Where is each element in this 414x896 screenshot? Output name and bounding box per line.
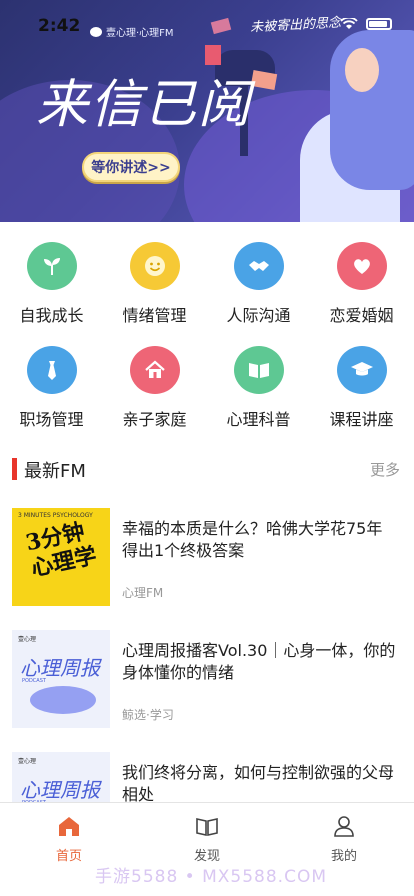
fm-list-item[interactable]: 壹心理 心理周报 PODCAST 心理周报播客Vol.30｜心身一体，你的身体懂… [0,630,414,752]
category-label: 自我成长 [19,306,84,325]
whale-illustration [30,686,96,714]
category-workplace[interactable]: 职场管理 [0,326,103,430]
category-love-marriage[interactable]: 恋爱婚姻 [310,222,413,326]
fm-source: 鲸选·学习 [122,708,174,722]
fm-title: 幸福的本质是什么？哈佛大学花75年得出1个终极答案 [122,519,383,560]
latest-fm-header: 最新FM 更多 [0,452,414,486]
category-courses[interactable]: 课程讲座 [310,326,413,430]
thumbnail-title: 3分钟心理学 [23,518,99,582]
category-icon-circle [129,242,180,290]
category-family[interactable]: 亲子家庭 [103,326,206,430]
category-label: 课程讲座 [329,410,394,429]
tie-icon [47,361,56,380]
brand-name: 壹心理·心理FM [106,28,174,39]
tab-label: 我的 [330,849,357,864]
banner-cta-button[interactable]: 等你讲述>> [82,152,180,182]
section-accent-bar [12,458,17,480]
category-label: 职场管理 [19,410,84,429]
category-icon-circle [26,346,77,394]
thumbnail-tag: 壹心理 [18,636,37,643]
hero-banner[interactable]: 2:42 壹心理·心理FM 未被寄出的思念 来信已阅 等你讲述>> [0,0,414,222]
home-icon [144,360,165,378]
thumbnail-subtitle: PODCAST [22,678,46,684]
tab-label: 首页 [55,849,82,864]
battery-icon [366,18,392,30]
fm-thumbnail: 3 MINUTES PSYCHOLOGY 3分钟心理学 [12,508,110,606]
book-icon [196,818,218,836]
fm-thumbnail: 壹心理 心理周报 PODCAST [12,630,110,728]
category-psych-science[interactable]: 心理科普 [207,326,310,430]
banner-title: 来信已阅 [36,75,253,135]
tab-me[interactable]: 我的 [299,813,389,864]
category-label: 情绪管理 [122,306,187,325]
category-grid: 自我成长 情绪管理 人际沟通 恋爱婚姻 职场管理 亲子家庭 心理科普 课程讲座 [0,222,414,440]
letter-illustration [250,70,278,90]
category-icon-circle [233,242,284,290]
status-icons [340,18,392,30]
category-emotion[interactable]: 情绪管理 [103,222,206,326]
category-icon-circle [26,242,77,290]
tab-home[interactable]: 首页 [24,813,114,864]
category-icon-circle [336,346,387,394]
thumbnail-title: 心理周报 [20,656,100,680]
heart-icon [353,259,370,274]
status-time: 2:42 [38,16,81,36]
book-icon [248,363,269,378]
status-bar: 2:42 [0,0,414,44]
girl-face-illustration [345,48,379,92]
smile-icon [144,256,165,276]
fm-title: 我们终将分离，如何与控制欲强的父母相处 [122,763,395,804]
category-icon-circle [336,242,387,290]
watermark: 手游5588 • MX5588.COM [95,867,327,887]
category-label: 心理科普 [226,410,291,429]
fm-title: 心理周报播客Vol.30｜心身一体，你的身体懂你的情绪 [122,641,396,682]
user-icon [334,816,354,837]
more-link[interactable]: 更多 [370,459,400,480]
wifi-icon [340,18,358,29]
category-label: 人际沟通 [226,306,291,325]
brand-logo: 壹心理·心理FM [90,24,174,39]
thumbnail-title: 心理周报 [20,778,100,802]
brand-logo-icon [90,26,102,37]
graduation-cap-icon [350,362,373,376]
category-communication[interactable]: 人际沟通 [207,222,310,326]
fm-source: 心理FM [122,586,164,600]
category-icon-circle [129,346,180,394]
category-label: 亲子家庭 [122,410,187,429]
fm-list-item[interactable]: 3 MINUTES PSYCHOLOGY 3分钟心理学 幸福的本质是什么？哈佛大… [0,508,414,630]
category-icon-circle [233,346,284,394]
category-label: 恋爱婚姻 [329,306,394,325]
category-self-growth[interactable]: 自我成长 [0,222,103,326]
section-title: 最新FM [24,461,86,482]
thumbnail-tag: 壹心理 [18,758,37,765]
home-icon [59,817,79,836]
tab-discover[interactable]: 发现 [162,813,252,864]
sprout-icon [43,258,60,275]
handshake-icon [248,261,269,271]
